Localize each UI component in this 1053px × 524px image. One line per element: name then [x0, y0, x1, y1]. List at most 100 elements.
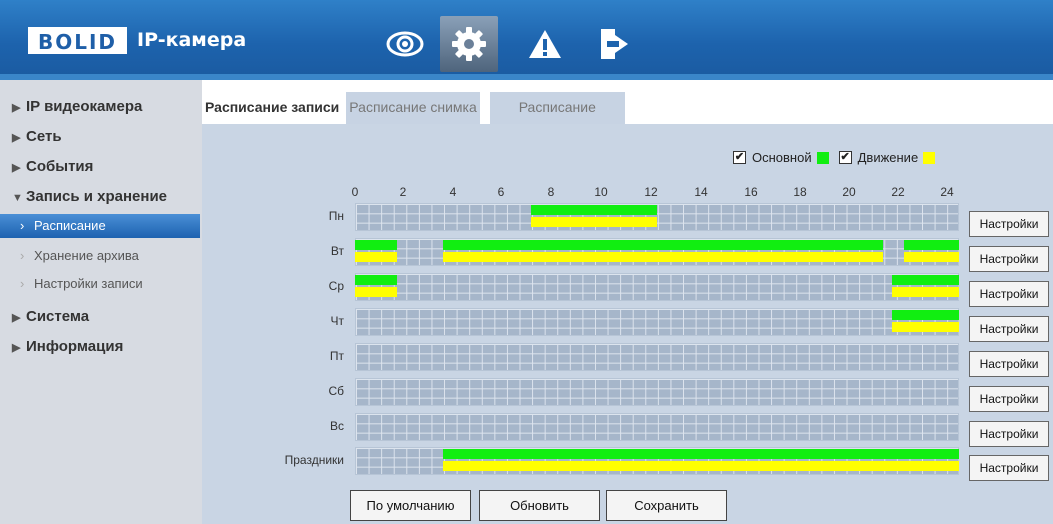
triangle-right-icon: ▶: [12, 132, 21, 144]
day-label: Вт: [330, 244, 344, 258]
day-settings-button[interactable]: Настройки: [969, 421, 1049, 447]
sidebar-subitem-label: Расписание: [34, 218, 106, 233]
logo: BOLID IP-камера: [28, 25, 246, 55]
motion-record-segment: [355, 252, 398, 262]
sidebar-item-label: Система: [26, 308, 90, 325]
motion-record-segment: [904, 252, 959, 262]
nav-settings[interactable]: [440, 16, 498, 72]
sidebar: ▶ IP видеокамера ▶ Сеть ▶ События ▼ Запись и…: [0, 80, 202, 524]
sidebar-item-label: События: [26, 158, 94, 175]
hour-tick-label: 10: [594, 185, 608, 199]
main-record-segment: [443, 240, 884, 250]
day-settings-button[interactable]: Настройки: [969, 246, 1049, 272]
day-schedule-row[interactable]: [355, 308, 959, 336]
chevron-right-icon: ›: [20, 276, 25, 291]
logo-subtitle: IP-камера: [137, 29, 247, 51]
day-label: Ср: [328, 279, 344, 293]
hour-tick-label: 6: [497, 185, 505, 199]
day-settings-button[interactable]: Настройки: [969, 316, 1049, 342]
motion-record-segment: [443, 252, 884, 262]
hour-tick-label: 0: [351, 185, 359, 199]
save-button[interactable]: Сохранить: [606, 490, 727, 521]
main-record-segment: [891, 275, 959, 285]
motion-record-segment: [531, 217, 657, 227]
tab-record-schedule[interactable]: Расписание записи: [202, 92, 343, 124]
main-record-segment: [531, 205, 657, 215]
main-record-segment: [355, 275, 398, 285]
sidebar-subitem-record-settings[interactable]: › Настройки записи: [0, 272, 200, 296]
tab-snapshot-schedule[interactable]: Расписание снимка: [346, 92, 480, 124]
refresh-button[interactable]: Обновить: [479, 490, 600, 521]
sidebar-item-events[interactable]: ▶ События: [12, 158, 93, 175]
motion-record-segment: [443, 461, 959, 471]
hour-tick-label: 12: [644, 185, 658, 199]
nav-logout[interactable]: [585, 16, 643, 72]
day-settings-button[interactable]: Настройки: [969, 211, 1049, 237]
warning-icon: [529, 30, 561, 58]
triangle-right-icon: ▶: [12, 102, 21, 114]
hour-tick-label: 20: [842, 185, 856, 199]
default-button[interactable]: По умолчанию: [350, 490, 471, 521]
eye-icon: [386, 31, 424, 57]
legend-main-swatch: [816, 151, 829, 164]
day-schedule-row[interactable]: [355, 203, 959, 231]
top-header: BOLID IP-камера: [0, 0, 1053, 80]
day-label: Чт: [330, 314, 345, 328]
sidebar-item-ip-camera[interactable]: ▶ IP видеокамера: [12, 98, 142, 115]
sidebar-item-recording[interactable]: ▼ Запись и хранение: [12, 188, 167, 205]
day-settings-button[interactable]: Настройки: [969, 351, 1049, 377]
day-settings-button[interactable]: Настройки: [969, 386, 1049, 412]
sidebar-subitem-archive[interactable]: › Хранение архива: [0, 244, 200, 268]
legend-motion-swatch: [923, 151, 936, 164]
sidebar-item-label: Запись и хранение: [26, 188, 168, 205]
hour-tick-label: 14: [694, 185, 708, 199]
hour-tick-label: 2: [399, 185, 407, 199]
day-schedule-row[interactable]: [355, 413, 959, 441]
triangle-right-icon: ▶: [12, 162, 21, 174]
sidebar-item-system[interactable]: ▶ Система: [12, 308, 89, 325]
sidebar-subitem-schedule[interactable]: › Расписание: [0, 214, 200, 238]
day-label: Вс: [329, 419, 344, 433]
day-label: Пн: [328, 209, 344, 223]
hour-tick-label: 24: [940, 185, 954, 199]
sidebar-subitem-label: Настройки записи: [34, 276, 143, 291]
day-schedule-row[interactable]: [355, 343, 959, 371]
main-record-segment: [904, 240, 959, 250]
day-settings-button[interactable]: Настройки: [969, 281, 1049, 307]
gear-icon: [452, 27, 486, 61]
sidebar-item-info[interactable]: ▶ Информация: [12, 338, 123, 355]
hour-tick-label: 8: [547, 185, 555, 199]
day-schedule-row[interactable]: [355, 273, 959, 301]
legend-main-label: Основной: [752, 150, 812, 165]
legend: ✔ Основной ✔ Движение: [733, 150, 945, 165]
legend-motion-label: Движение: [857, 150, 919, 165]
sidebar-item-label: Информация: [26, 338, 124, 355]
chevron-right-icon: ›: [20, 248, 25, 263]
logo-brand: BOLID: [28, 26, 128, 54]
day-label: Сб: [328, 384, 344, 398]
hour-tick-label: 4: [449, 185, 457, 199]
motion-record-segment: [891, 287, 959, 297]
sidebar-item-label: IP видеокамера: [26, 98, 143, 115]
main-record-segment: [891, 310, 959, 320]
motion-record-checkbox[interactable]: ✔: [838, 151, 852, 164]
day-settings-button[interactable]: Настройки: [969, 455, 1049, 481]
motion-record-segment: [891, 322, 959, 332]
hour-tick-label: 16: [744, 185, 758, 199]
day-schedule-row[interactable]: [355, 378, 959, 406]
nav-alarm[interactable]: [516, 16, 574, 72]
day-label: Праздники: [284, 453, 344, 467]
hour-tick-label: 22: [891, 185, 905, 199]
main-record-checkbox[interactable]: ✔: [733, 151, 746, 164]
sidebar-subitem-label: Хранение архива: [34, 248, 139, 263]
main-record-segment: [355, 240, 398, 250]
tab-schedule[interactable]: Расписание: [489, 92, 625, 124]
day-label: Пт: [329, 349, 344, 363]
chevron-right-icon: ›: [20, 218, 25, 233]
main-record-segment: [443, 449, 959, 459]
tab-bar: Расписание записи Расписание снимка Расп…: [202, 92, 629, 124]
triangle-down-icon: ▼: [12, 192, 23, 204]
triangle-right-icon: ▶: [12, 312, 21, 324]
sidebar-item-network[interactable]: ▶ Сеть: [12, 128, 62, 145]
nav-live-view[interactable]: [376, 16, 434, 72]
